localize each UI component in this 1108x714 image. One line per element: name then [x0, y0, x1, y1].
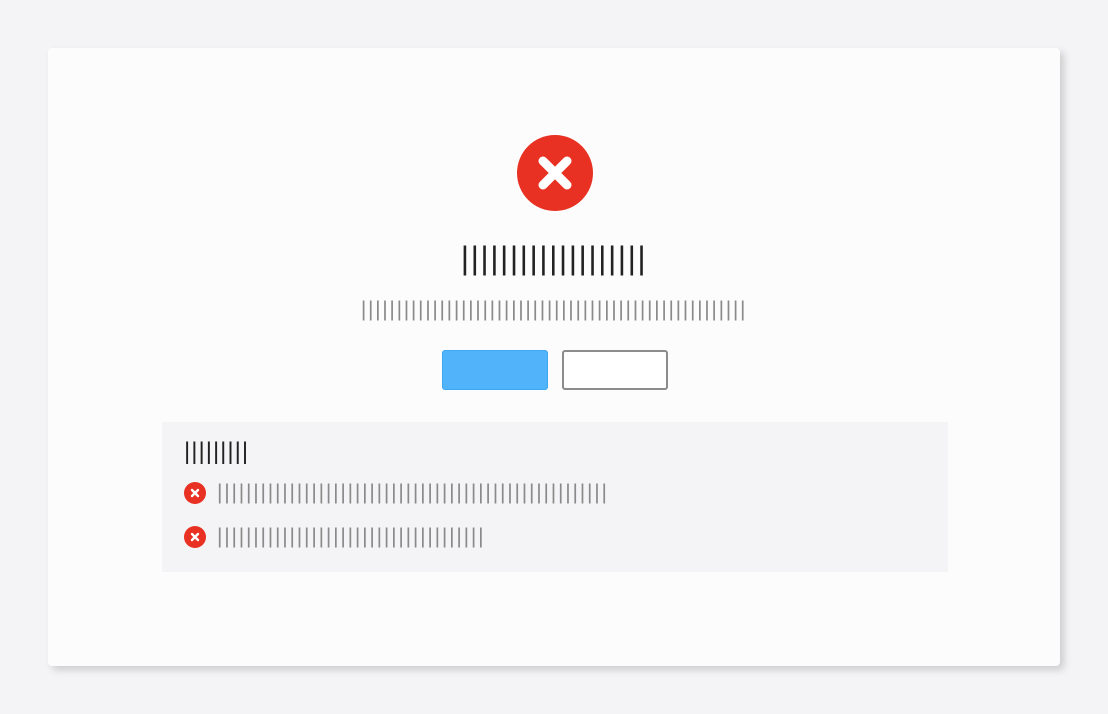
error-details-heading: |||||||||	[184, 438, 250, 465]
result-subtitle: ||||||||||||||||||||||||||||||||||||||||…	[360, 298, 748, 321]
error-detail-item: ||||||||||||||||||||||||||||||||||||||||…	[184, 480, 924, 504]
primary-action-button[interactable]	[442, 350, 548, 390]
close-circle-icon	[184, 482, 206, 504]
close-circle-icon	[184, 526, 206, 548]
result-title: |||||||||||||||||||	[460, 240, 648, 276]
secondary-action-button[interactable]	[562, 350, 668, 390]
error-detail-text: |||||||||||||||||||||||||||||||||||||	[217, 525, 486, 548]
error-details-panel: ||||||||| ||||||||||||||||||||||||||||||…	[162, 422, 948, 572]
error-detail-item: |||||||||||||||||||||||||||||||||||||	[184, 524, 924, 548]
result-card: ||||||||||||||||||| ||||||||||||||||||||…	[48, 48, 1060, 666]
error-detail-text: ||||||||||||||||||||||||||||||||||||||||…	[217, 481, 609, 504]
close-circle-icon	[517, 135, 593, 211]
